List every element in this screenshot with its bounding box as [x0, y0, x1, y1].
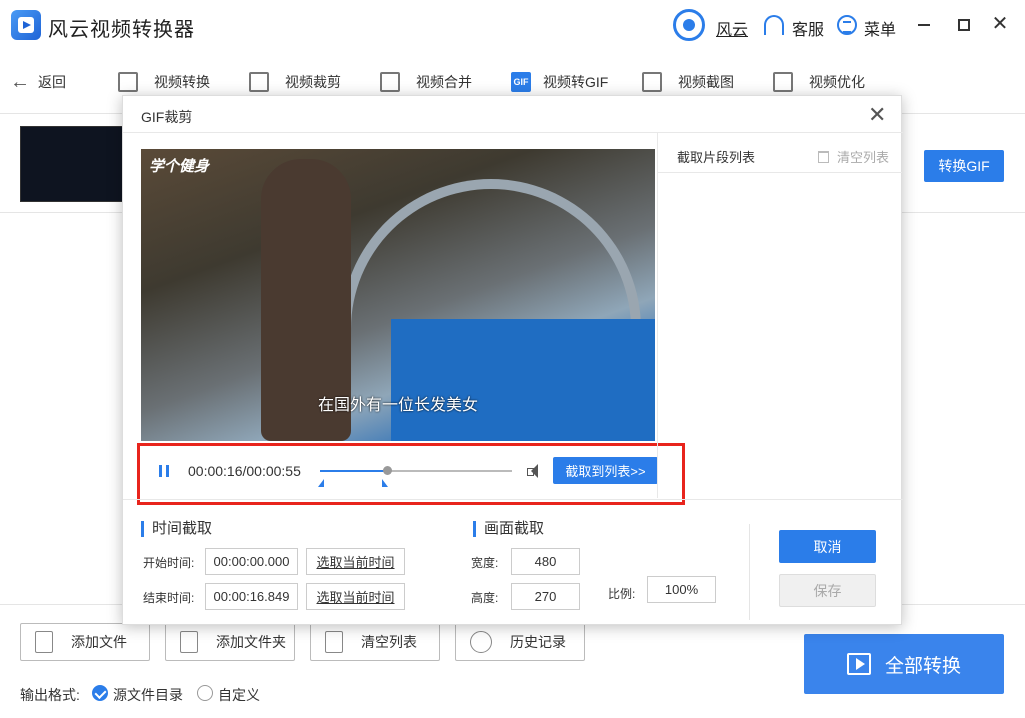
select-start-current-button[interactable]: 选取当前时间 [306, 548, 405, 575]
crop-to-list-button[interactable]: 截取到列表>> [553, 457, 658, 484]
settings-divider [123, 499, 903, 500]
video-watermark: 学个健身 [149, 157, 210, 175]
clip-list-header: 截取片段列表 清空列表 [658, 133, 902, 173]
video-frame-shape [391, 319, 655, 441]
player-controls: 00:00:16/00:00:55 截取到列表>> [137, 443, 685, 505]
seek-bar[interactable] [320, 470, 512, 472]
range-start-marker[interactable] [318, 479, 324, 487]
dialog-close-icon[interactable]: ✕ [868, 104, 886, 126]
end-time-label: 结束时间: [143, 591, 195, 605]
ratio-label: 比例: [608, 587, 636, 601]
video-preview[interactable]: 学个健身 在国外有一位长发美女 [141, 149, 655, 441]
panel-divider [657, 133, 658, 498]
action-divider [749, 524, 750, 620]
trash-icon [818, 150, 829, 163]
ratio-input[interactable]: 100% [647, 576, 716, 603]
video-subtitle: 在国外有一位长发美女 [317, 397, 478, 414]
playback-time: 00:00:16/00:00:55 [188, 463, 301, 479]
height-input[interactable]: 270 [511, 583, 580, 610]
pause-icon[interactable] [159, 465, 169, 477]
start-time-input[interactable]: 00:00:00.000 [205, 548, 298, 575]
start-time-label: 开始时间: [143, 556, 195, 570]
time-crop-title: 时间截取 [141, 521, 212, 537]
clear-clip-list-label: 清空列表 [837, 150, 890, 165]
seek-handle[interactable] [383, 466, 393, 475]
dialog-title: GIF裁剪 [141, 109, 193, 125]
frame-crop-title: 画面截取 [473, 521, 544, 537]
seek-bar-fill [320, 470, 388, 472]
gif-crop-dialog: GIF裁剪 ✕ 学个健身 在国外有一位长发美女 00:00:16/00:00:5… [122, 95, 903, 625]
cancel-button[interactable]: 取消 [779, 530, 876, 563]
range-end-marker[interactable] [382, 479, 389, 487]
clip-list-title: 截取片段列表 [677, 150, 756, 165]
width-input[interactable]: 480 [511, 548, 580, 575]
select-end-current-button[interactable]: 选取当前时间 [306, 583, 405, 610]
width-label: 宽度: [471, 556, 499, 570]
end-time-input[interactable]: 00:00:16.849 [205, 583, 298, 610]
clear-clip-list-button[interactable]: 清空列表 [818, 147, 889, 166]
height-label: 高度: [471, 591, 499, 605]
save-button[interactable]: 保存 [779, 574, 876, 607]
volume-icon[interactable] [527, 464, 543, 478]
modal-overlay: GIF裁剪 ✕ 学个健身 在国外有一位长发美女 00:00:16/00:00:5… [0, 0, 1025, 718]
